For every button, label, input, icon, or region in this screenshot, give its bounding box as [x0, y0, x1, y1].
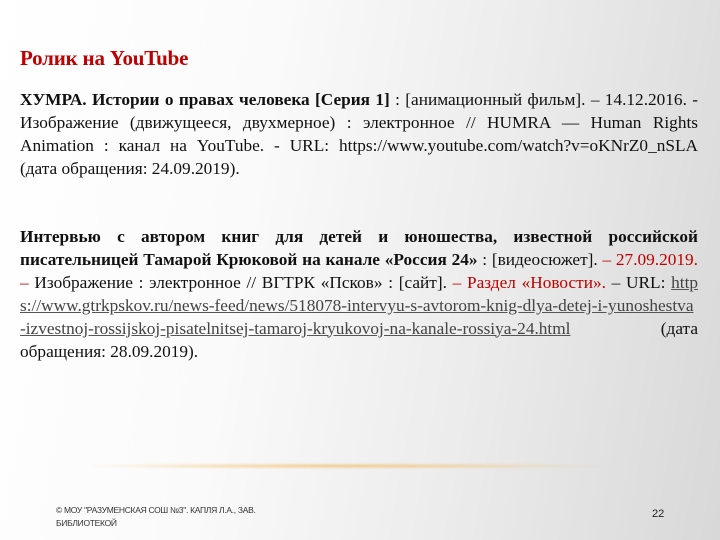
entry-bold-title: ХУМРА. Истории о правах человека [Серия …: [20, 90, 390, 109]
page-number: 22: [652, 508, 665, 520]
entry-section: Раздел «Новости».: [461, 272, 612, 292]
entry-url-label: – URL:: [611, 272, 672, 292]
entry-type-note: : [видеосюжет].: [477, 249, 603, 269]
slide-title: Ролик на YouTube: [20, 46, 189, 70]
decorative-divider-glow: [90, 464, 600, 468]
reference-entry-interview: Интервью с автором книг для детей и юнош…: [20, 226, 698, 363]
footer-copyright: © МОУ "РАЗУМЕНСКАЯ СОШ №3". КАПЛЯ Л.А., …: [56, 505, 256, 528]
entry-dash: –: [452, 272, 462, 292]
slide: Ролик на YouTube ХУМРА. Истории о правах…: [0, 0, 720, 540]
reference-entry-youtube: ХУМРА. Истории о правах человека [Серия …: [20, 89, 698, 181]
entry-description: Изображение : электронное // ВГТРК «Пско…: [28, 272, 453, 292]
